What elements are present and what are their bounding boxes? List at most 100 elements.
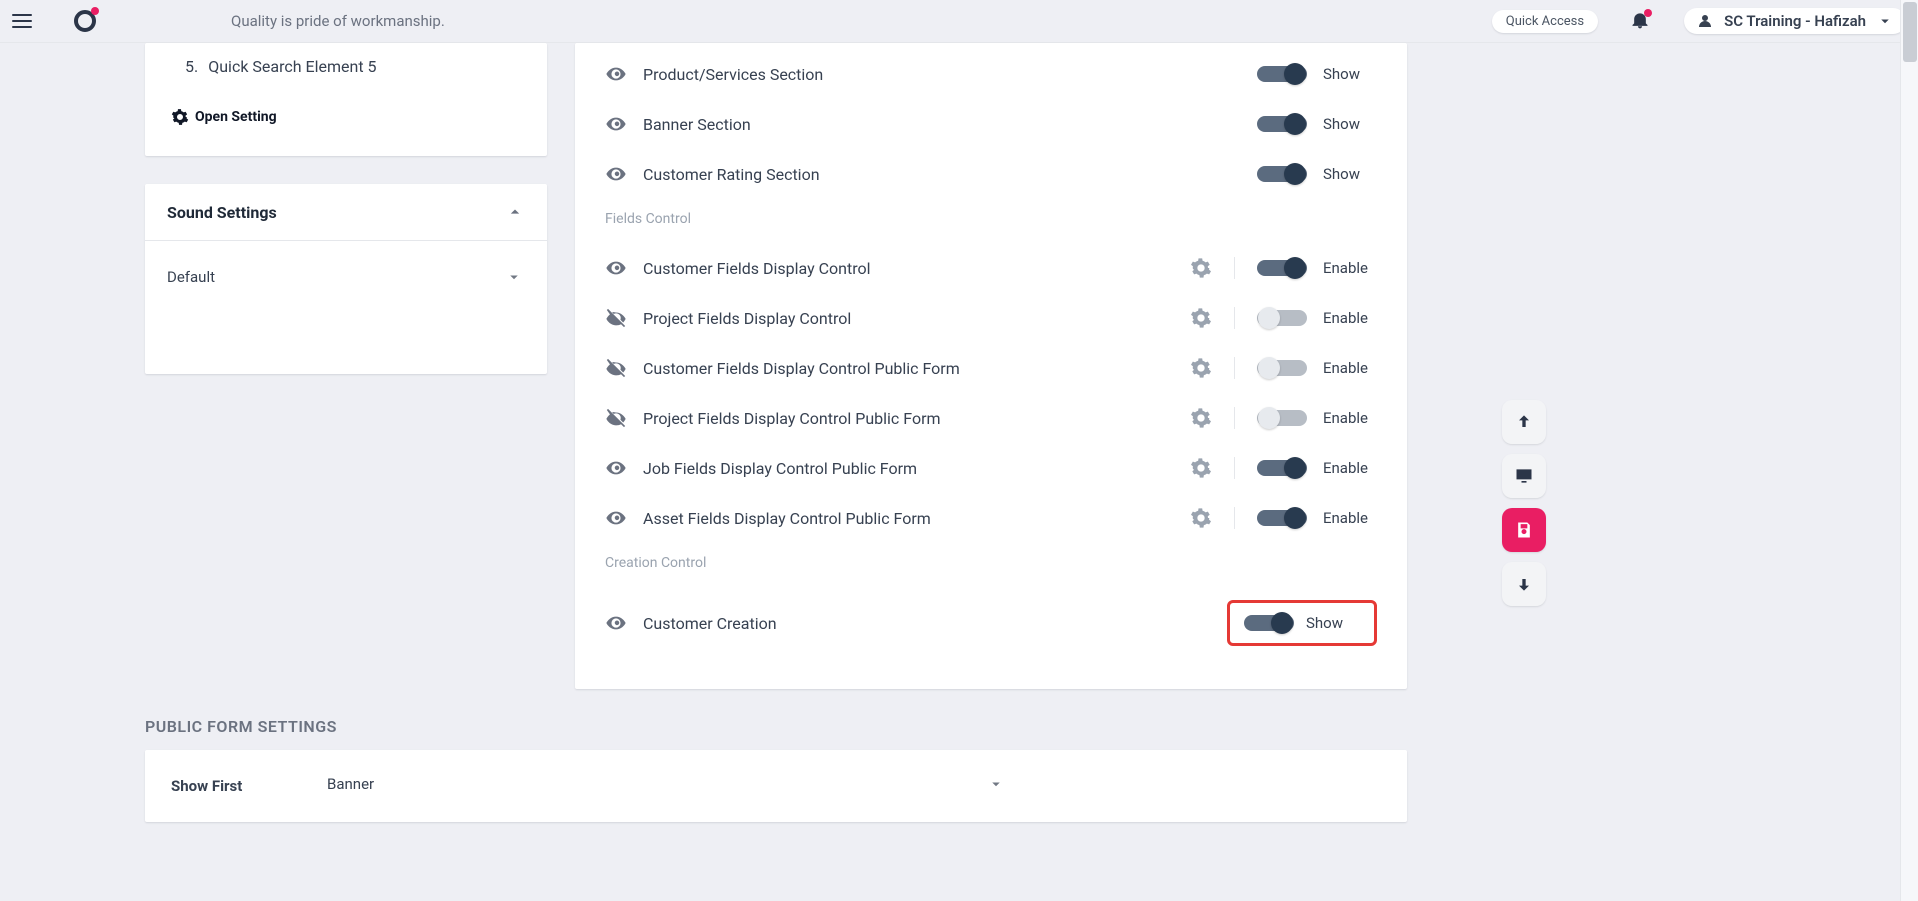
list-item: 5. Quick Search Element 5: [167, 49, 537, 84]
eye-off-icon: [605, 407, 627, 429]
show-first-select[interactable]: Banner: [327, 770, 1007, 802]
toggle[interactable]: [1257, 62, 1307, 86]
divider: [1234, 257, 1235, 279]
gear-icon[interactable]: [1190, 507, 1212, 529]
divider: [1234, 407, 1235, 429]
toggle-label: Enable: [1323, 359, 1377, 377]
scroll-bottom-button[interactable]: [1502, 562, 1546, 606]
row-label: Customer Fields Display Control: [643, 259, 1174, 278]
visibility-icon: [605, 257, 627, 279]
gear-icon[interactable]: [1190, 307, 1212, 329]
row-label: Project Fields Display Control Public Fo…: [643, 409, 1174, 428]
toggle-label: Show: [1323, 115, 1377, 133]
toggle[interactable]: [1257, 456, 1307, 480]
settings-row: Banner Section Show: [605, 99, 1377, 149]
settings-row: Product/Services Section Show: [605, 49, 1377, 99]
eye-icon: [605, 457, 627, 479]
toggle[interactable]: [1257, 256, 1307, 280]
settings-row: Customer Fields Display Control Enable: [605, 243, 1377, 293]
visibility-icon: [605, 163, 627, 185]
scrollbar-thumb[interactable]: [1903, 2, 1917, 62]
eye-icon: [605, 257, 627, 279]
settings-row: Project Fields Display Control Enable: [605, 293, 1377, 343]
preview-button[interactable]: [1502, 454, 1546, 498]
topbar: Quality is pride of workmanship. Quick A…: [0, 0, 1918, 43]
gear-icon[interactable]: [1190, 357, 1212, 379]
row-label: Project Fields Display Control: [643, 309, 1174, 328]
toggle-label: Enable: [1323, 309, 1377, 327]
card-header[interactable]: Sound Settings: [145, 184, 547, 241]
eye-icon: [605, 612, 627, 634]
highlight-box: Show: [1227, 600, 1377, 646]
eye-off-icon: [605, 307, 627, 329]
scrollbar[interactable]: [1900, 0, 1918, 901]
divider: [1234, 457, 1235, 479]
creation-control-group: Customer Creation Show: [575, 587, 1407, 669]
arrow-up-icon: [1514, 412, 1534, 432]
settings-row: Customer Fields Display Control Public F…: [605, 343, 1377, 393]
toggle[interactable]: [1257, 406, 1307, 430]
visibility-icon: [605, 63, 627, 85]
scroll-top-button[interactable]: [1502, 400, 1546, 444]
settings-row: Customer Creation Show: [605, 587, 1377, 659]
fields-control-group: Customer Fields Display Control Enable P…: [575, 243, 1407, 553]
chevron-down-icon: [1876, 12, 1894, 30]
settings-row: Asset Fields Display Control Public Form…: [605, 493, 1377, 543]
divider: [1234, 357, 1235, 379]
eye-off-icon: [605, 357, 627, 379]
select-value: Default: [167, 268, 215, 286]
toggle-label: Show: [1323, 165, 1377, 183]
eye-icon: [605, 113, 627, 135]
visibility-icon: [605, 407, 627, 429]
settings-row: Customer Rating Section Show: [605, 149, 1377, 199]
floating-actions: [1502, 400, 1546, 606]
gear-icon[interactable]: [1190, 257, 1212, 279]
toggle[interactable]: [1257, 506, 1307, 530]
card-title: Sound Settings: [167, 203, 277, 222]
visibility-icon: [605, 457, 627, 479]
toggle[interactable]: [1257, 356, 1307, 380]
toggle-label: Enable: [1323, 509, 1377, 527]
toggle-label: Enable: [1323, 459, 1377, 477]
visibility-icon: [605, 113, 627, 135]
open-setting-label: Open Setting: [195, 109, 277, 125]
section-title: Fields Control: [605, 209, 1377, 233]
menu-icon[interactable]: [10, 12, 34, 30]
save-button[interactable]: [1502, 508, 1546, 552]
sections-control-group: Product/Services Section Show Banner Sec…: [575, 49, 1407, 209]
toggle-label: Show: [1306, 614, 1360, 632]
user-icon: [1696, 12, 1714, 30]
save-icon: [1514, 520, 1534, 540]
toggle[interactable]: [1257, 306, 1307, 330]
user-menu[interactable]: SC Training - Hafizah: [1684, 8, 1906, 34]
toggle[interactable]: [1257, 162, 1307, 186]
settings-panel: Product/Services Section Show Banner Sec…: [575, 43, 1407, 689]
visibility-icon: [605, 307, 627, 329]
gear-icon[interactable]: [1190, 407, 1212, 429]
tagline: Quality is pride of workmanship.: [231, 12, 445, 30]
divider: [1234, 307, 1235, 329]
row-label: Customer Creation: [643, 614, 1211, 633]
toggle-label: Enable: [1323, 259, 1377, 277]
visibility-icon: [605, 357, 627, 379]
eye-icon: [605, 163, 627, 185]
gear-icon[interactable]: [1190, 457, 1212, 479]
notifications-icon[interactable]: [1630, 10, 1652, 32]
sound-settings-card: Sound Settings Default: [145, 184, 547, 374]
public-form-card: Show First Banner: [145, 750, 1407, 822]
quick-access-button[interactable]: Quick Access: [1492, 10, 1598, 33]
sound-default-select[interactable]: Default: [167, 263, 525, 295]
toggle[interactable]: [1244, 611, 1294, 635]
open-setting-button[interactable]: Open Setting: [167, 102, 537, 126]
settings-row: Project Fields Display Control Public Fo…: [605, 393, 1377, 443]
row-label: Asset Fields Display Control Public Form: [643, 509, 1174, 528]
chevron-down-icon: [505, 268, 523, 286]
user-name: SC Training - Hafizah: [1724, 12, 1866, 30]
row-label: Customer Rating Section: [643, 165, 1241, 184]
chevron-up-icon: [505, 202, 525, 222]
toggle-label: Enable: [1323, 409, 1377, 427]
row-label: Product/Services Section: [643, 65, 1241, 84]
toggle[interactable]: [1257, 112, 1307, 136]
row-label: Job Fields Display Control Public Form: [643, 459, 1174, 478]
eye-icon: [605, 507, 627, 529]
